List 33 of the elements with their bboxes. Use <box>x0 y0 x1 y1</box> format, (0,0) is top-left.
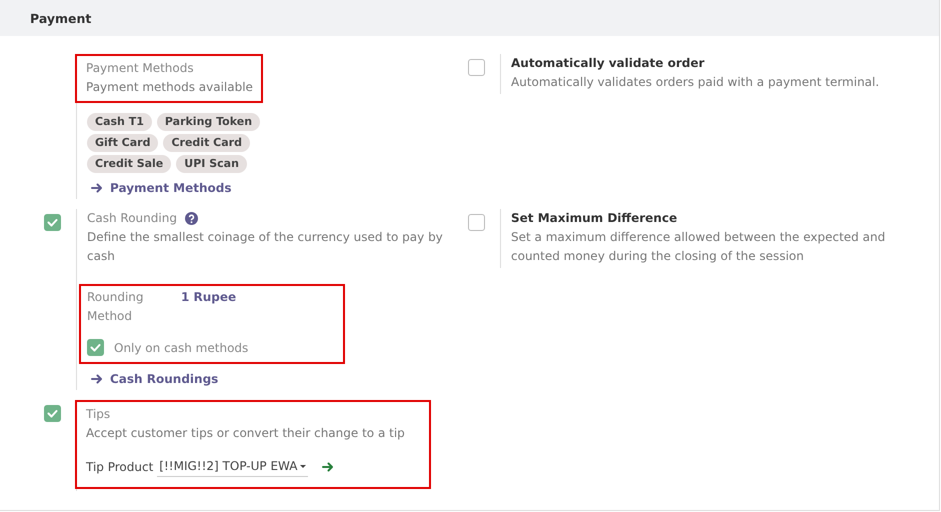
arrow-right-icon <box>91 182 103 194</box>
tag: Gift Card <box>87 134 158 152</box>
caret-icon <box>300 464 306 468</box>
link[interactable]: Payment Methods <box>91 179 449 197</box>
field-label: Rounding Method <box>87 289 145 325</box>
field-value[interactable]: 1 Rupee <box>181 288 236 326</box>
setting-description: Payment methods available <box>86 79 253 96</box>
checkbox[interactable] <box>44 214 61 231</box>
tag: Cash T1 <box>87 113 152 131</box>
setting-description: Accept customer tips or convert their change to a tip <box>86 425 406 442</box>
field-label: Tip Product <box>86 460 154 474</box>
tag: Parking Token <box>156 113 260 131</box>
setting-description: Set a maximum difference allowed between the expected and counted money during the closing of the session <box>511 229 886 265</box>
setting-title: Cash Rounding <box>87 210 177 227</box>
setting-title: Automatically validate order <box>511 55 704 72</box>
tag: Credit Card <box>163 134 250 152</box>
tag: UPI Scan <box>176 155 247 173</box>
setting-title: Payment Methods <box>86 60 194 77</box>
arrow-right-icon <box>91 373 103 385</box>
setting-description: Define the smallest coinage of the currency used to pay by cash <box>87 229 444 265</box>
setting-title: Tips <box>86 406 110 423</box>
arrow-right-icon[interactable] <box>322 461 334 473</box>
checkbox[interactable] <box>44 405 61 422</box>
checkbox[interactable] <box>468 214 485 231</box>
setting-title: Set Maximum Difference <box>511 210 678 227</box>
link[interactable]: Cash Roundings <box>91 370 449 388</box>
checkbox[interactable] <box>468 59 485 76</box>
checkbox-label: Only on cash methods <box>114 340 248 354</box>
select-field[interactable]: [!!MIG!!2] TOP-UP EWA <box>157 457 308 477</box>
setting-description: Automatically validates orders paid with a payment terminal. <box>511 74 880 91</box>
section-title: Payment <box>30 10 92 26</box>
checkbox[interactable] <box>87 339 104 356</box>
tag: Credit Sale <box>87 155 172 173</box>
